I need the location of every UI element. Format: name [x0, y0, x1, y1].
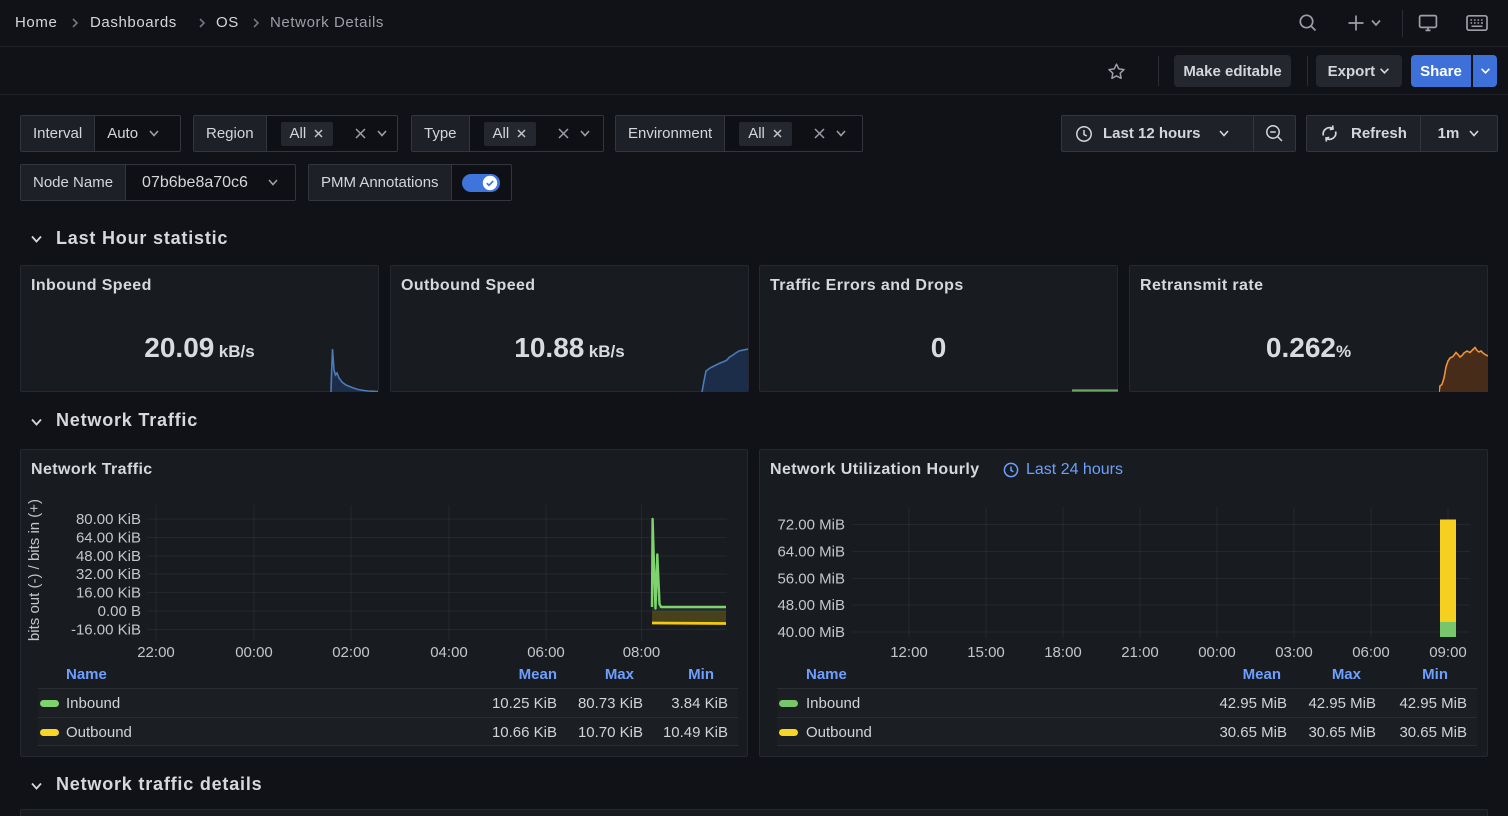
svg-text:32.00 KiB: 32.00 KiB: [76, 566, 141, 583]
svg-text:-16.00 KiB: -16.00 KiB: [71, 622, 141, 639]
svg-text:04:00: 04:00: [430, 644, 468, 661]
svg-text:00:00: 00:00: [235, 644, 273, 661]
svg-text:48.00 KiB: 48.00 KiB: [76, 548, 141, 565]
svg-text:56.00 MiB: 56.00 MiB: [777, 571, 845, 588]
svg-text:72.00 MiB: 72.00 MiB: [777, 517, 845, 534]
svg-text:08:00: 08:00: [623, 644, 661, 661]
svg-text:12:00: 12:00: [890, 644, 928, 661]
svg-text:09:00: 09:00: [1429, 644, 1467, 661]
svg-text:40.00 MiB: 40.00 MiB: [777, 624, 845, 641]
svg-text:02:00: 02:00: [332, 644, 370, 661]
svg-text:03:00: 03:00: [1275, 644, 1313, 661]
svg-text:21:00: 21:00: [1121, 644, 1159, 661]
svg-text:00:00: 00:00: [1198, 644, 1236, 661]
svg-text:0.00 B: 0.00 B: [98, 603, 141, 620]
svg-text:64.00 KiB: 64.00 KiB: [76, 530, 141, 547]
svg-text:bits out (-) / bits in (+): bits out (-) / bits in (+): [26, 499, 43, 641]
svg-text:06:00: 06:00: [527, 644, 565, 661]
svg-text:18:00: 18:00: [1044, 644, 1082, 661]
svg-text:06:00: 06:00: [1352, 644, 1390, 661]
svg-text:80.00 KiB: 80.00 KiB: [76, 511, 141, 528]
svg-text:48.00 MiB: 48.00 MiB: [777, 597, 845, 614]
svg-text:64.00 MiB: 64.00 MiB: [777, 544, 845, 561]
svg-text:15:00: 15:00: [967, 644, 1005, 661]
svg-text:22:00: 22:00: [137, 644, 175, 661]
svg-text:16.00 KiB: 16.00 KiB: [76, 585, 141, 602]
